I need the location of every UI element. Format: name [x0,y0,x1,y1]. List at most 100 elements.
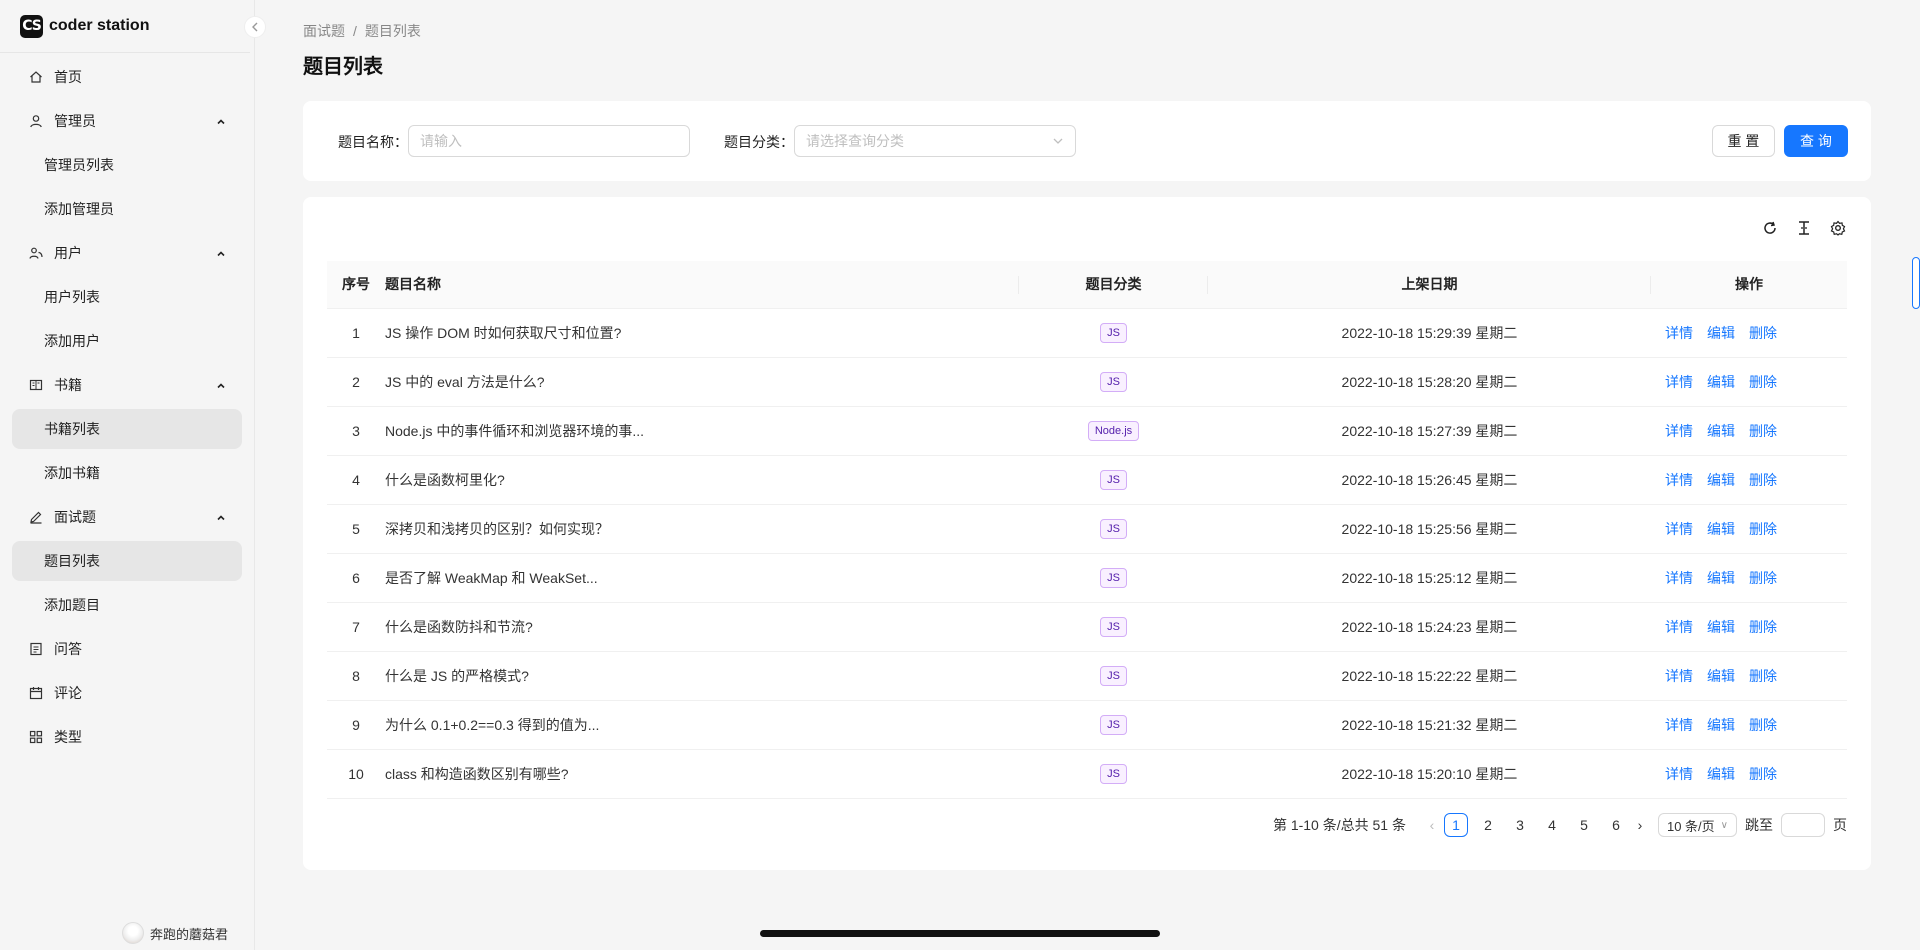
sidebar-subitem-2-1[interactable]: 添加用户 [12,321,242,361]
sidebar-subitem-label: 添加书籍 [44,465,100,481]
page-2[interactable]: 2 [1476,813,1500,837]
detail-link[interactable]: 详情 [1665,717,1693,733]
prev-page-icon[interactable]: ‹ [1420,817,1444,833]
detail-link[interactable]: 详情 [1665,423,1693,439]
page-4[interactable]: 4 [1540,813,1564,837]
page-size-value: 10 条/页 [1666,818,1715,834]
delete-link[interactable]: 删除 [1749,423,1777,439]
table-row: 10 class 和构造函数区别有哪些? JS 2022-10-18 15:20:10… [327,749,1847,799]
row-index: 3 [327,406,385,456]
delete-link[interactable]: 删除 [1749,619,1777,635]
edit-link[interactable]: 编辑 [1707,570,1735,586]
quick-jumper: 跳至 页 [1745,813,1847,837]
category-tag: JS [1100,567,1127,588]
jump-label: 跳至 [1745,817,1773,833]
scrollbar-thumb[interactable] [1912,257,1920,309]
page-6[interactable]: 6 [1604,813,1628,837]
sidebar-item-2[interactable]: 用户 [12,233,242,273]
question-title: 是否了解 WeakMap 和 WeakSet... [385,553,1019,603]
edit-link[interactable]: 编辑 [1707,423,1735,439]
chevron-up-icon [216,114,226,130]
setting-icon[interactable] [1829,219,1847,237]
delete-link[interactable]: 删除 [1749,521,1777,537]
detail-link[interactable]: 详情 [1665,472,1693,488]
name-label: 题目名称： [338,134,408,150]
reset-button[interactable]: 重 置 [1712,125,1775,157]
detail-link[interactable]: 详情 [1665,668,1693,684]
pagination: 第 1-10 条/总共 51 条 ‹ 123456 › 10 条/页 ∨ 跳至 … [1273,813,1847,837]
sidebar-subitem-4-0[interactable]: 题目列表 [12,541,242,581]
delete-link[interactable]: 删除 [1749,570,1777,586]
sidebar-item-label: 管理员 [54,113,96,129]
question-table-card: 序号 题目名称 题目分类 上架日期 操作 1 JS 操作 DOM 时如何获取尺寸和… [303,197,1871,870]
chevron-down-icon [1052,134,1064,150]
actions-cell: 详情 编辑 删除 [1651,308,1847,358]
detail-link[interactable]: 详情 [1665,619,1693,635]
sidebar-subitem-label: 添加用户 [44,333,100,349]
sidebar-subitem-2-0[interactable]: 用户列表 [12,277,242,317]
column-header-actions: 操作 [1651,261,1847,309]
sidebar-subitem-4-1[interactable]: 添加题目 [12,585,242,625]
sidebar-subitem-1-0[interactable]: 管理员列表 [12,145,242,185]
sidebar-item-7[interactable]: 类型 [12,717,242,757]
name-search-input[interactable]: 请输入 [408,125,690,157]
query-button[interactable]: 查 询 [1784,125,1848,157]
edit-link[interactable]: 编辑 [1707,619,1735,635]
row-index: 7 [327,602,385,652]
delete-link[interactable]: 删除 [1749,472,1777,488]
edit-link[interactable]: 编辑 [1707,717,1735,733]
question-title: 什么是函数柯里化? [385,455,1019,505]
page-5[interactable]: 5 [1572,813,1596,837]
sidebar-item-1[interactable]: 管理员 [12,101,242,141]
delete-link[interactable]: 删除 [1749,766,1777,782]
delete-link[interactable]: 删除 [1749,325,1777,341]
table-row: 3 Node.js 中的事件循环和浏览器环境的事... Node.js 2022-10… [327,406,1847,456]
edit-link[interactable]: 编辑 [1707,766,1735,782]
sidebar-subitem-3-0[interactable]: 书籍列表 [12,409,242,449]
detail-link[interactable]: 详情 [1665,766,1693,782]
delete-link[interactable]: 删除 [1749,668,1777,684]
actions-cell: 详情 编辑 删除 [1651,455,1847,505]
density-icon[interactable] [1795,219,1813,237]
category-cell: JS [1019,455,1208,505]
sidebar-item-4[interactable]: 面试题 [12,497,242,537]
edit-link[interactable]: 编辑 [1707,325,1735,341]
actions-cell: 详情 编辑 删除 [1651,749,1847,799]
publish-date: 2022-10-18 15:25:12 星期二 [1208,553,1651,603]
category-cell: JS [1019,700,1208,750]
collapse-sidebar-button[interactable] [244,16,266,38]
delete-link[interactable]: 删除 [1749,374,1777,390]
chevron-up-icon [216,510,226,526]
actions-cell: 详情 编辑 删除 [1651,504,1847,554]
jump-page-input[interactable] [1781,813,1825,837]
page-3[interactable]: 3 [1508,813,1532,837]
detail-link[interactable]: 详情 [1665,374,1693,390]
app-logo[interactable]: CS coder station [0,0,250,53]
sidebar-item-3[interactable]: 书籍 [12,365,242,405]
edit-link[interactable]: 编辑 [1707,374,1735,390]
sidebar-item-5[interactable]: 问答 [12,629,242,669]
row-index: 1 [327,308,385,358]
detail-link[interactable]: 详情 [1665,570,1693,586]
reload-icon[interactable] [1761,219,1779,237]
edit-link[interactable]: 编辑 [1707,668,1735,684]
sidebar-item-0[interactable]: 首页 [12,57,242,97]
detail-link[interactable]: 详情 [1665,325,1693,341]
user-profile[interactable]: 奔跑的蘑菇君 [122,922,228,944]
delete-link[interactable]: 删除 [1749,717,1777,733]
breadcrumb-item-interview[interactable]: 面试题 [303,23,345,39]
edit-link[interactable]: 编辑 [1707,521,1735,537]
sidebar-subitem-3-1[interactable]: 添加书籍 [12,453,242,493]
table-body: 1 JS 操作 DOM 时如何获取尺寸和位置? JS 2022-10-18 15:29… [327,308,1847,799]
sidebar-item-6[interactable]: 评论 [12,673,242,713]
pagination-total: 第 1-10 条/总共 51 条 [1272,817,1406,833]
edit-link[interactable]: 编辑 [1707,472,1735,488]
sidebar-subitem-1-1[interactable]: 添加管理员 [12,189,242,229]
detail-link[interactable]: 详情 [1665,521,1693,537]
page-1[interactable]: 1 [1443,813,1468,837]
category-select[interactable]: 请选择查询分类 [794,125,1076,157]
table-row: 6 是否了解 WeakMap 和 WeakSet... JS 2022-10-18 1… [327,553,1847,603]
search-form: 题目名称： 请输入 题目分类： 请选择查询分类 重 置 查 询 [303,101,1871,181]
page-size-select[interactable]: 10 条/页 ∨ [1657,813,1737,837]
next-page-icon[interactable]: › [1628,817,1652,833]
